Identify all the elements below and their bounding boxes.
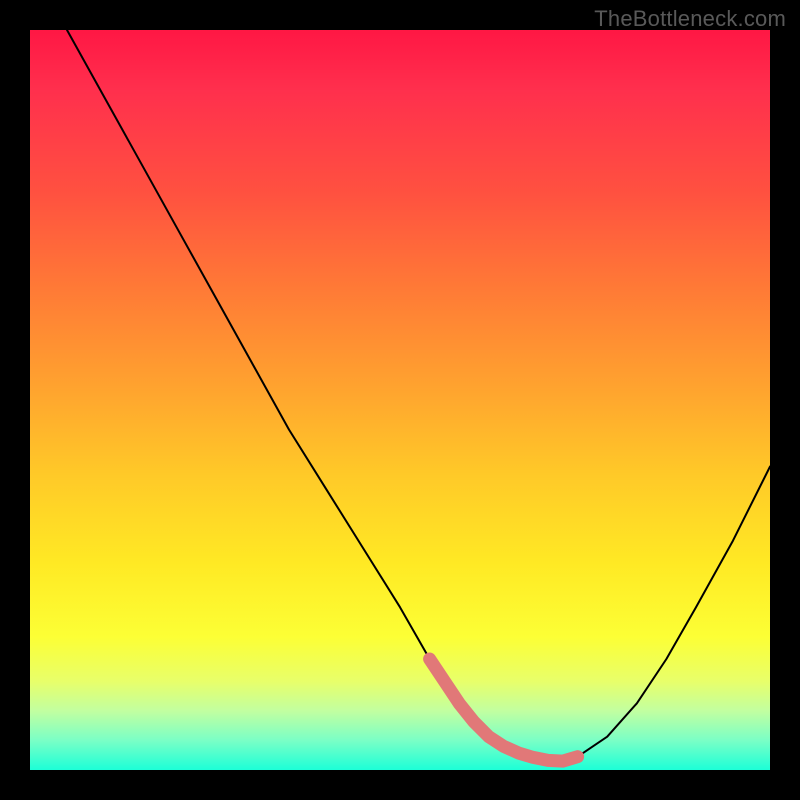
gradient-background xyxy=(30,30,770,770)
watermark-text: TheBottleneck.com xyxy=(594,6,786,32)
plot-area xyxy=(30,30,770,770)
chart-container: TheBottleneck.com xyxy=(0,0,800,800)
